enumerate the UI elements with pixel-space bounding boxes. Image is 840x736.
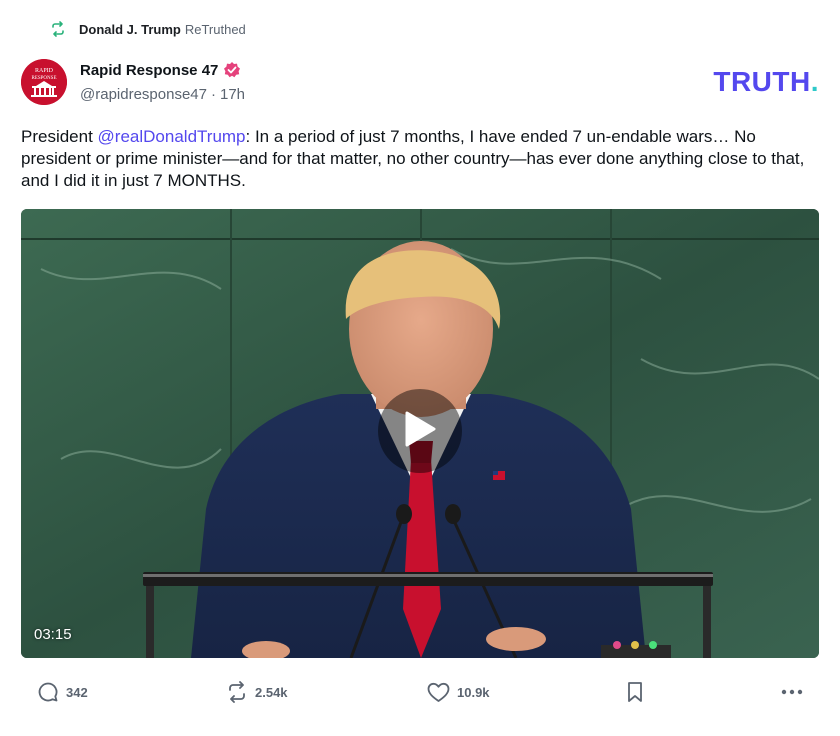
- mention-link[interactable]: @realDonaldTrump: [98, 127, 246, 146]
- bookmark-icon: [626, 681, 644, 703]
- author-handle[interactable]: @rapidresponse47: [80, 86, 207, 103]
- reply-count: 342: [66, 684, 88, 700]
- verified-badge-icon: [223, 61, 241, 79]
- retruth-label: ReTruthed: [184, 21, 246, 37]
- post-header: RAPID RESPONSE Rapid Response 47 @rapidr…: [21, 59, 821, 109]
- retruth-icon: [226, 681, 248, 703]
- like-count: 10.9k: [457, 684, 490, 700]
- logo-text: TRUTH: [713, 66, 811, 97]
- post-actions: 342 2.54k 10.9k: [21, 678, 821, 706]
- bookmark-button[interactable]: [626, 678, 644, 706]
- retruth-author-name[interactable]: Donald J. Trump: [79, 22, 181, 37]
- author-display-name[interactable]: Rapid Response 47: [80, 62, 218, 79]
- post-body: President @realDonaldTrump: In a period …: [21, 126, 821, 192]
- retruth-indicator: Donald J. Trump ReTruthed: [49, 20, 246, 38]
- retruth-button[interactable]: 2.54k: [226, 678, 288, 706]
- video-player[interactable]: 03:15: [21, 209, 819, 658]
- more-options-button[interactable]: [781, 678, 803, 706]
- avatar[interactable]: RAPID RESPONSE: [21, 59, 67, 105]
- like-button[interactable]: 10.9k: [427, 678, 490, 706]
- video-duration: 03:15: [34, 626, 72, 643]
- heart-icon: [427, 682, 450, 703]
- avatar-text-bottom: RESPONSE: [31, 76, 56, 81]
- play-icon: [403, 410, 437, 453]
- retruth-count: 2.54k: [255, 684, 288, 700]
- post-text-prefix: President: [21, 127, 98, 146]
- reply-button[interactable]: 342: [37, 678, 88, 706]
- post-timestamp[interactable]: 17h: [220, 86, 245, 103]
- more-icon: [781, 689, 803, 695]
- truth-social-logo[interactable]: TRUTH.: [713, 68, 819, 96]
- meta-separator: ·: [210, 86, 216, 103]
- logo-dot: .: [810, 66, 819, 97]
- play-button[interactable]: [378, 389, 462, 473]
- retruth-icon: [49, 20, 67, 38]
- avatar-text-top: RAPID: [35, 68, 54, 74]
- reply-icon: [37, 681, 59, 703]
